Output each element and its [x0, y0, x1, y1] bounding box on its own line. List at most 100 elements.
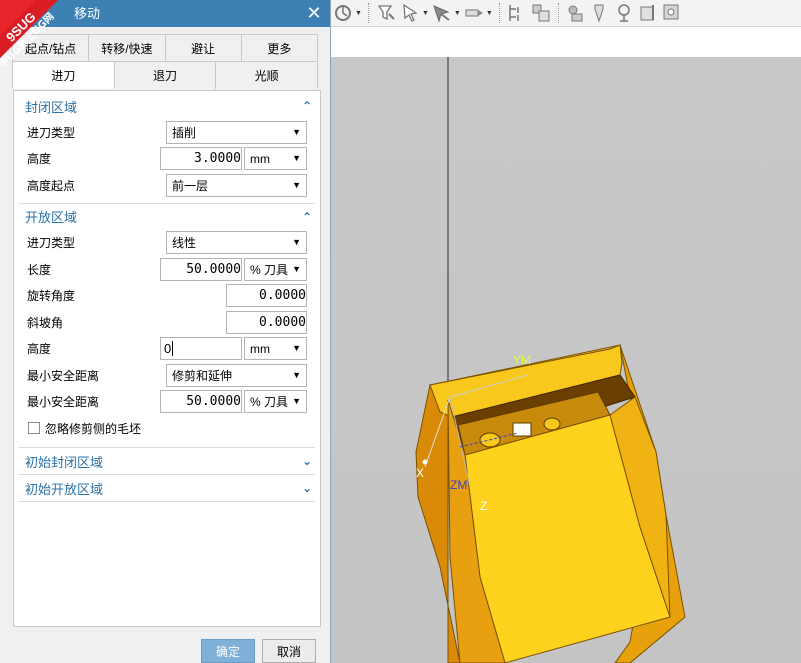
tool-display-icon[interactable]: ▼	[463, 2, 493, 24]
open-length-unit: % 刀具	[250, 262, 289, 277]
axis-label-ym: YM	[513, 353, 531, 367]
tab-avoidance[interactable]: 避让	[165, 34, 242, 61]
chevron-down-icon: ▼	[292, 343, 301, 354]
closed-engage-type-dropdown[interactable]: 插削 ▼	[166, 120, 307, 144]
path-display-icon[interactable]: ▼	[431, 2, 461, 24]
graphics-viewport[interactable]: YM X ZM Z	[330, 57, 801, 663]
select-filter-icon[interactable]	[375, 2, 397, 24]
closed-height-from-dropdown[interactable]: 前一层 ▼	[166, 173, 307, 197]
chevron-down-icon: ▼	[292, 126, 301, 137]
engage-panel: 封闭区域 ⌃ 进刀类型 插削 ▼ 高度 3.0000 mm ▼ 高度起点 前一层…	[13, 90, 321, 627]
graphics-toolbar: ▼ ▼ ▼ ▼	[330, 0, 801, 27]
section-closed-area[interactable]: 封闭区域 ⌃	[14, 93, 320, 119]
section-open-area[interactable]: 开放区域 ⌃	[14, 204, 320, 230]
open-rotation-label: 旋转角度	[27, 289, 76, 304]
open-length-input[interactable]: 50.0000	[160, 257, 242, 281]
cursor-select-icon[interactable]: ▼	[399, 2, 429, 24]
open-length-unit-dropdown[interactable]: % 刀具 ▼	[244, 257, 307, 281]
chevron-down-icon: ▼	[292, 369, 301, 380]
chevron-down-icon: ▼	[292, 179, 301, 190]
open-min-clearance-row-2: 最小安全距离 50.0000 % 刀具 ▼	[14, 389, 320, 416]
open-height-label: 高度	[27, 342, 52, 357]
chevron-up-icon[interactable]: ⌃	[302, 99, 312, 113]
part-model: YM X ZM Z	[415, 57, 686, 663]
open-ramp-input[interactable]: 0.0000	[226, 310, 307, 334]
toolbar-separator	[557, 3, 559, 23]
chevron-down-icon: ▼	[292, 237, 301, 248]
tab-start-drill-points[interactable]: 起点/钻点	[12, 34, 90, 61]
non-cutting-moves-dialog: 移动 ✕ 9SUG 学UG就上UG网 起点/钻点 转移/快速 避让 更多 进刀 …	[0, 0, 331, 663]
tab-engage[interactable]: 进刀	[12, 61, 115, 89]
open-engage-type-dropdown[interactable]: 线性 ▼	[166, 231, 307, 255]
closed-height-from-value: 前一层	[172, 178, 209, 193]
tab-row-bottom: 进刀 退刀 光顺	[0, 61, 330, 89]
create-method-icon[interactable]	[637, 2, 659, 24]
open-min-clearance-label-1: 最小安全距离	[27, 368, 100, 383]
closed-height-from-row: 高度起点 前一层 ▼	[14, 172, 320, 199]
open-min-clearance-input[interactable]: 50.0000	[160, 390, 242, 414]
open-length-label: 长度	[27, 262, 52, 277]
axis-label-z: Z	[480, 499, 487, 513]
operation-tree-icon[interactable]	[506, 2, 528, 24]
open-min-clearance-value-1: 修剪和延伸	[172, 368, 233, 383]
ignore-blank-checkbox[interactable]	[28, 422, 40, 434]
tab-row-top: 起点/钻点 转移/快速 避让 更多	[0, 34, 330, 61]
section-initial-open-area[interactable]: 初始开放区域 ⌄	[14, 475, 320, 501]
create-tool-icon[interactable]	[589, 2, 611, 24]
chevron-down-icon[interactable]: ⌄	[302, 481, 312, 495]
open-min-clearance-row-1: 最小安全距离 修剪和延伸 ▼	[14, 362, 320, 389]
toolbar-separator	[498, 3, 500, 23]
viewport-header-strip	[330, 28, 801, 57]
closed-engage-type-value: 插削	[172, 125, 197, 140]
open-rotation-input[interactable]: 0.0000	[226, 284, 307, 308]
ignore-blank-label: 忽略修剪侧的毛坯	[45, 421, 142, 436]
open-height-unit-dropdown[interactable]: mm ▼	[244, 337, 307, 361]
create-operation-icon[interactable]	[661, 2, 683, 24]
csys-point	[422, 459, 428, 465]
open-length-row: 长度 50.0000 % 刀具 ▼	[14, 256, 320, 283]
open-engage-type-row: 进刀类型 线性 ▼	[14, 230, 320, 257]
open-height-value: 0	[164, 341, 172, 357]
chevron-up-icon[interactable]: ⌃	[302, 210, 312, 224]
section-closed-title: 封闭区域	[25, 99, 78, 115]
closed-engage-type-row: 进刀类型 插削 ▼	[14, 119, 320, 146]
closed-height-row: 高度 3.0000 mm ▼	[14, 146, 320, 173]
open-min-clearance-unit-dropdown[interactable]: % 刀具 ▼	[244, 390, 307, 414]
closed-engage-type-label: 进刀类型	[27, 125, 76, 140]
ignore-blank-row[interactable]: 忽略修剪侧的毛坯	[14, 415, 320, 441]
chevron-down-icon: ▼	[292, 263, 301, 274]
open-min-clearance-unit: % 刀具	[250, 395, 289, 410]
closed-height-input[interactable]: 3.0000	[160, 147, 242, 171]
chevron-down-icon: ▼	[292, 396, 301, 407]
closed-height-unit: mm	[250, 151, 270, 166]
section-divider	[19, 501, 315, 502]
axis-label-x: X	[416, 466, 424, 480]
cancel-button[interactable]: 取消	[262, 639, 316, 663]
open-min-clearance-dropdown[interactable]: 修剪和延伸 ▼	[166, 363, 307, 387]
create-geometry-icon[interactable]	[613, 2, 635, 24]
toolbar-separator	[367, 3, 369, 23]
closed-height-unit-dropdown[interactable]: mm ▼	[244, 147, 307, 171]
hole-2	[543, 417, 561, 431]
section-initial-closed-title: 初始封闭区域	[25, 454, 104, 470]
open-height-input[interactable]: 0	[160, 337, 242, 361]
rotate-view-icon[interactable]: ▼	[332, 2, 362, 24]
tab-smoothing[interactable]: 光顺	[216, 61, 319, 89]
create-program-icon[interactable]	[565, 2, 587, 24]
section-initial-open-title: 初始开放区域	[25, 481, 104, 497]
chevron-down-icon[interactable]: ⌄	[302, 454, 312, 468]
tab-more[interactable]: 更多	[241, 34, 318, 61]
closed-height-from-label: 高度起点	[27, 178, 76, 193]
program-order-icon[interactable]	[530, 2, 552, 24]
close-button[interactable]: ✕	[304, 3, 324, 23]
open-height-unit: mm	[250, 341, 270, 356]
ok-button[interactable]: 确定	[201, 639, 255, 663]
open-engage-type-value: 线性	[172, 236, 197, 251]
tab-retract[interactable]: 退刀	[114, 61, 217, 89]
open-engage-type-label: 进刀类型	[27, 236, 76, 251]
tab-transfer-rapid[interactable]: 转移/快速	[89, 34, 166, 61]
closed-height-label: 高度	[27, 152, 52, 167]
section-open-title: 开放区域	[25, 210, 78, 225]
section-initial-closed-area[interactable]: 初始封闭区域 ⌄	[14, 448, 320, 474]
chevron-down-icon: ▼	[292, 153, 301, 164]
